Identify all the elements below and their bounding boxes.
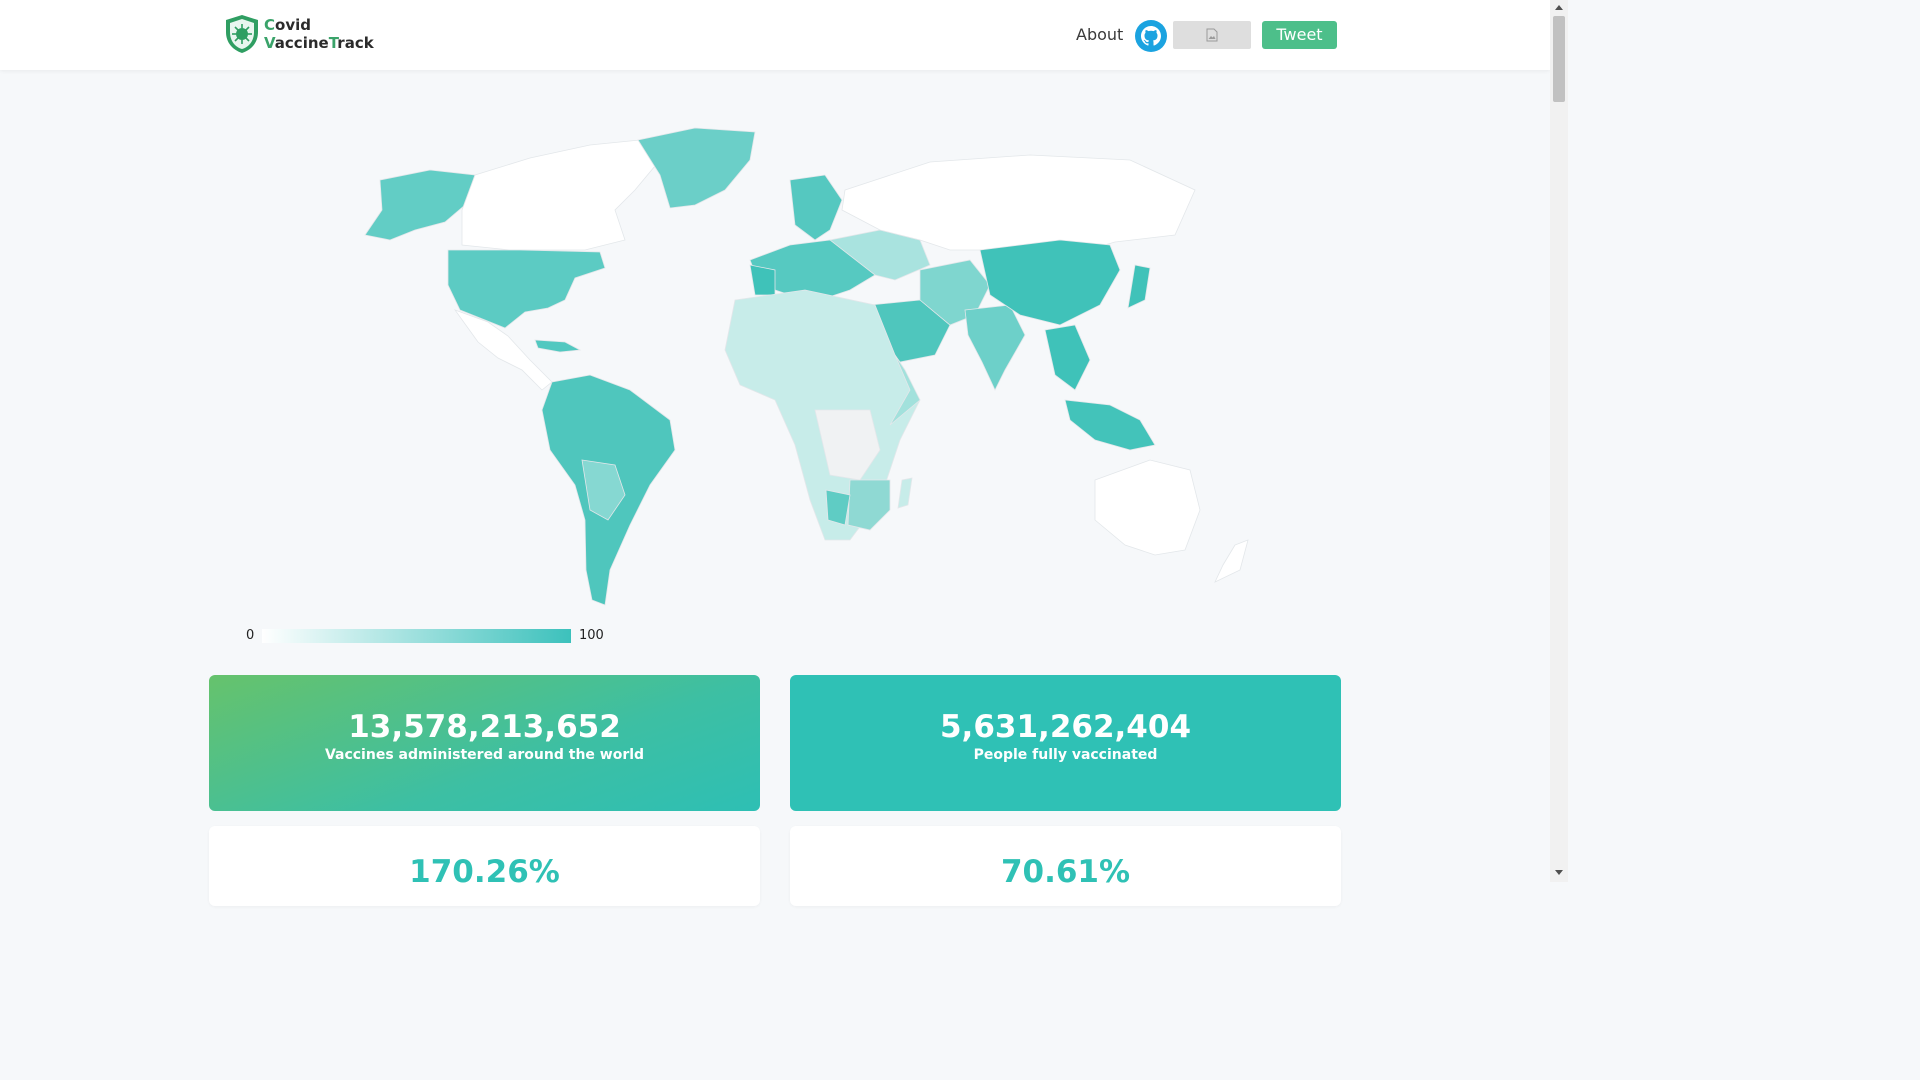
tweet-button[interactable]: Tweet	[1262, 21, 1337, 49]
country-shape	[1044, 324, 1091, 391]
country-shape	[1094, 459, 1201, 556]
country-shape	[1127, 264, 1151, 309]
shield-virus-icon	[226, 15, 258, 53]
logo-text: Covid VaccineTrack	[264, 16, 374, 52]
fully-vaccinated-card: 5,631,262,404 People fully vaccinated	[790, 675, 1341, 811]
legend-min-label: 0	[246, 628, 255, 643]
doses-per-population-card: 170.26%	[209, 826, 760, 906]
logo-letter: C	[264, 16, 276, 34]
stat-value: 5,631,262,404	[939, 709, 1192, 745]
scroll-down-icon[interactable]	[1555, 870, 1563, 875]
country-shape	[637, 127, 756, 209]
stat-value: 70.61%	[1000, 854, 1131, 890]
page-scrollbar[interactable]	[1550, 0, 1568, 882]
about-link[interactable]: About	[1076, 25, 1123, 44]
stat-value: 13,578,213,652	[348, 709, 621, 745]
stat-value: 170.26%	[409, 854, 560, 890]
country-shape	[789, 174, 843, 241]
header: Covid VaccineTrack About Tweet	[0, 0, 1550, 70]
fully-vaccinated-percent-card: 70.61%	[790, 826, 1341, 906]
broken-image-icon	[1206, 28, 1218, 42]
vaccines-administered-card: 13,578,213,652 Vaccines administered aro…	[209, 675, 760, 811]
stat-label: Vaccines administered around the world	[324, 747, 645, 763]
country-shape	[534, 339, 582, 353]
logo-word: accine	[274, 34, 329, 52]
scroll-thumb[interactable]	[1553, 16, 1565, 102]
legend-color-scale	[262, 629, 571, 643]
site-logo[interactable]: Covid VaccineTrack	[224, 14, 374, 54]
image-placeholder[interactable]	[1173, 21, 1251, 49]
logo-letter: T	[328, 34, 338, 52]
legend-max-label: 100	[579, 628, 604, 643]
country-shape	[897, 477, 913, 509]
country-shape	[461, 139, 661, 251]
logo-word: ovid	[275, 16, 311, 34]
country-shape	[964, 304, 1026, 391]
country-shape	[749, 264, 776, 296]
world-vaccination-map[interactable]	[230, 100, 1330, 630]
logo-word: rack	[337, 34, 374, 52]
logo-letter: V	[264, 34, 275, 52]
country-shape	[1064, 399, 1156, 451]
country-shape	[847, 479, 891, 531]
country-shape	[1214, 539, 1249, 583]
github-icon[interactable]	[1135, 20, 1167, 52]
country-shape	[364, 169, 476, 241]
scroll-up-icon[interactable]	[1555, 5, 1563, 10]
stat-label: People fully vaccinated	[973, 747, 1158, 763]
